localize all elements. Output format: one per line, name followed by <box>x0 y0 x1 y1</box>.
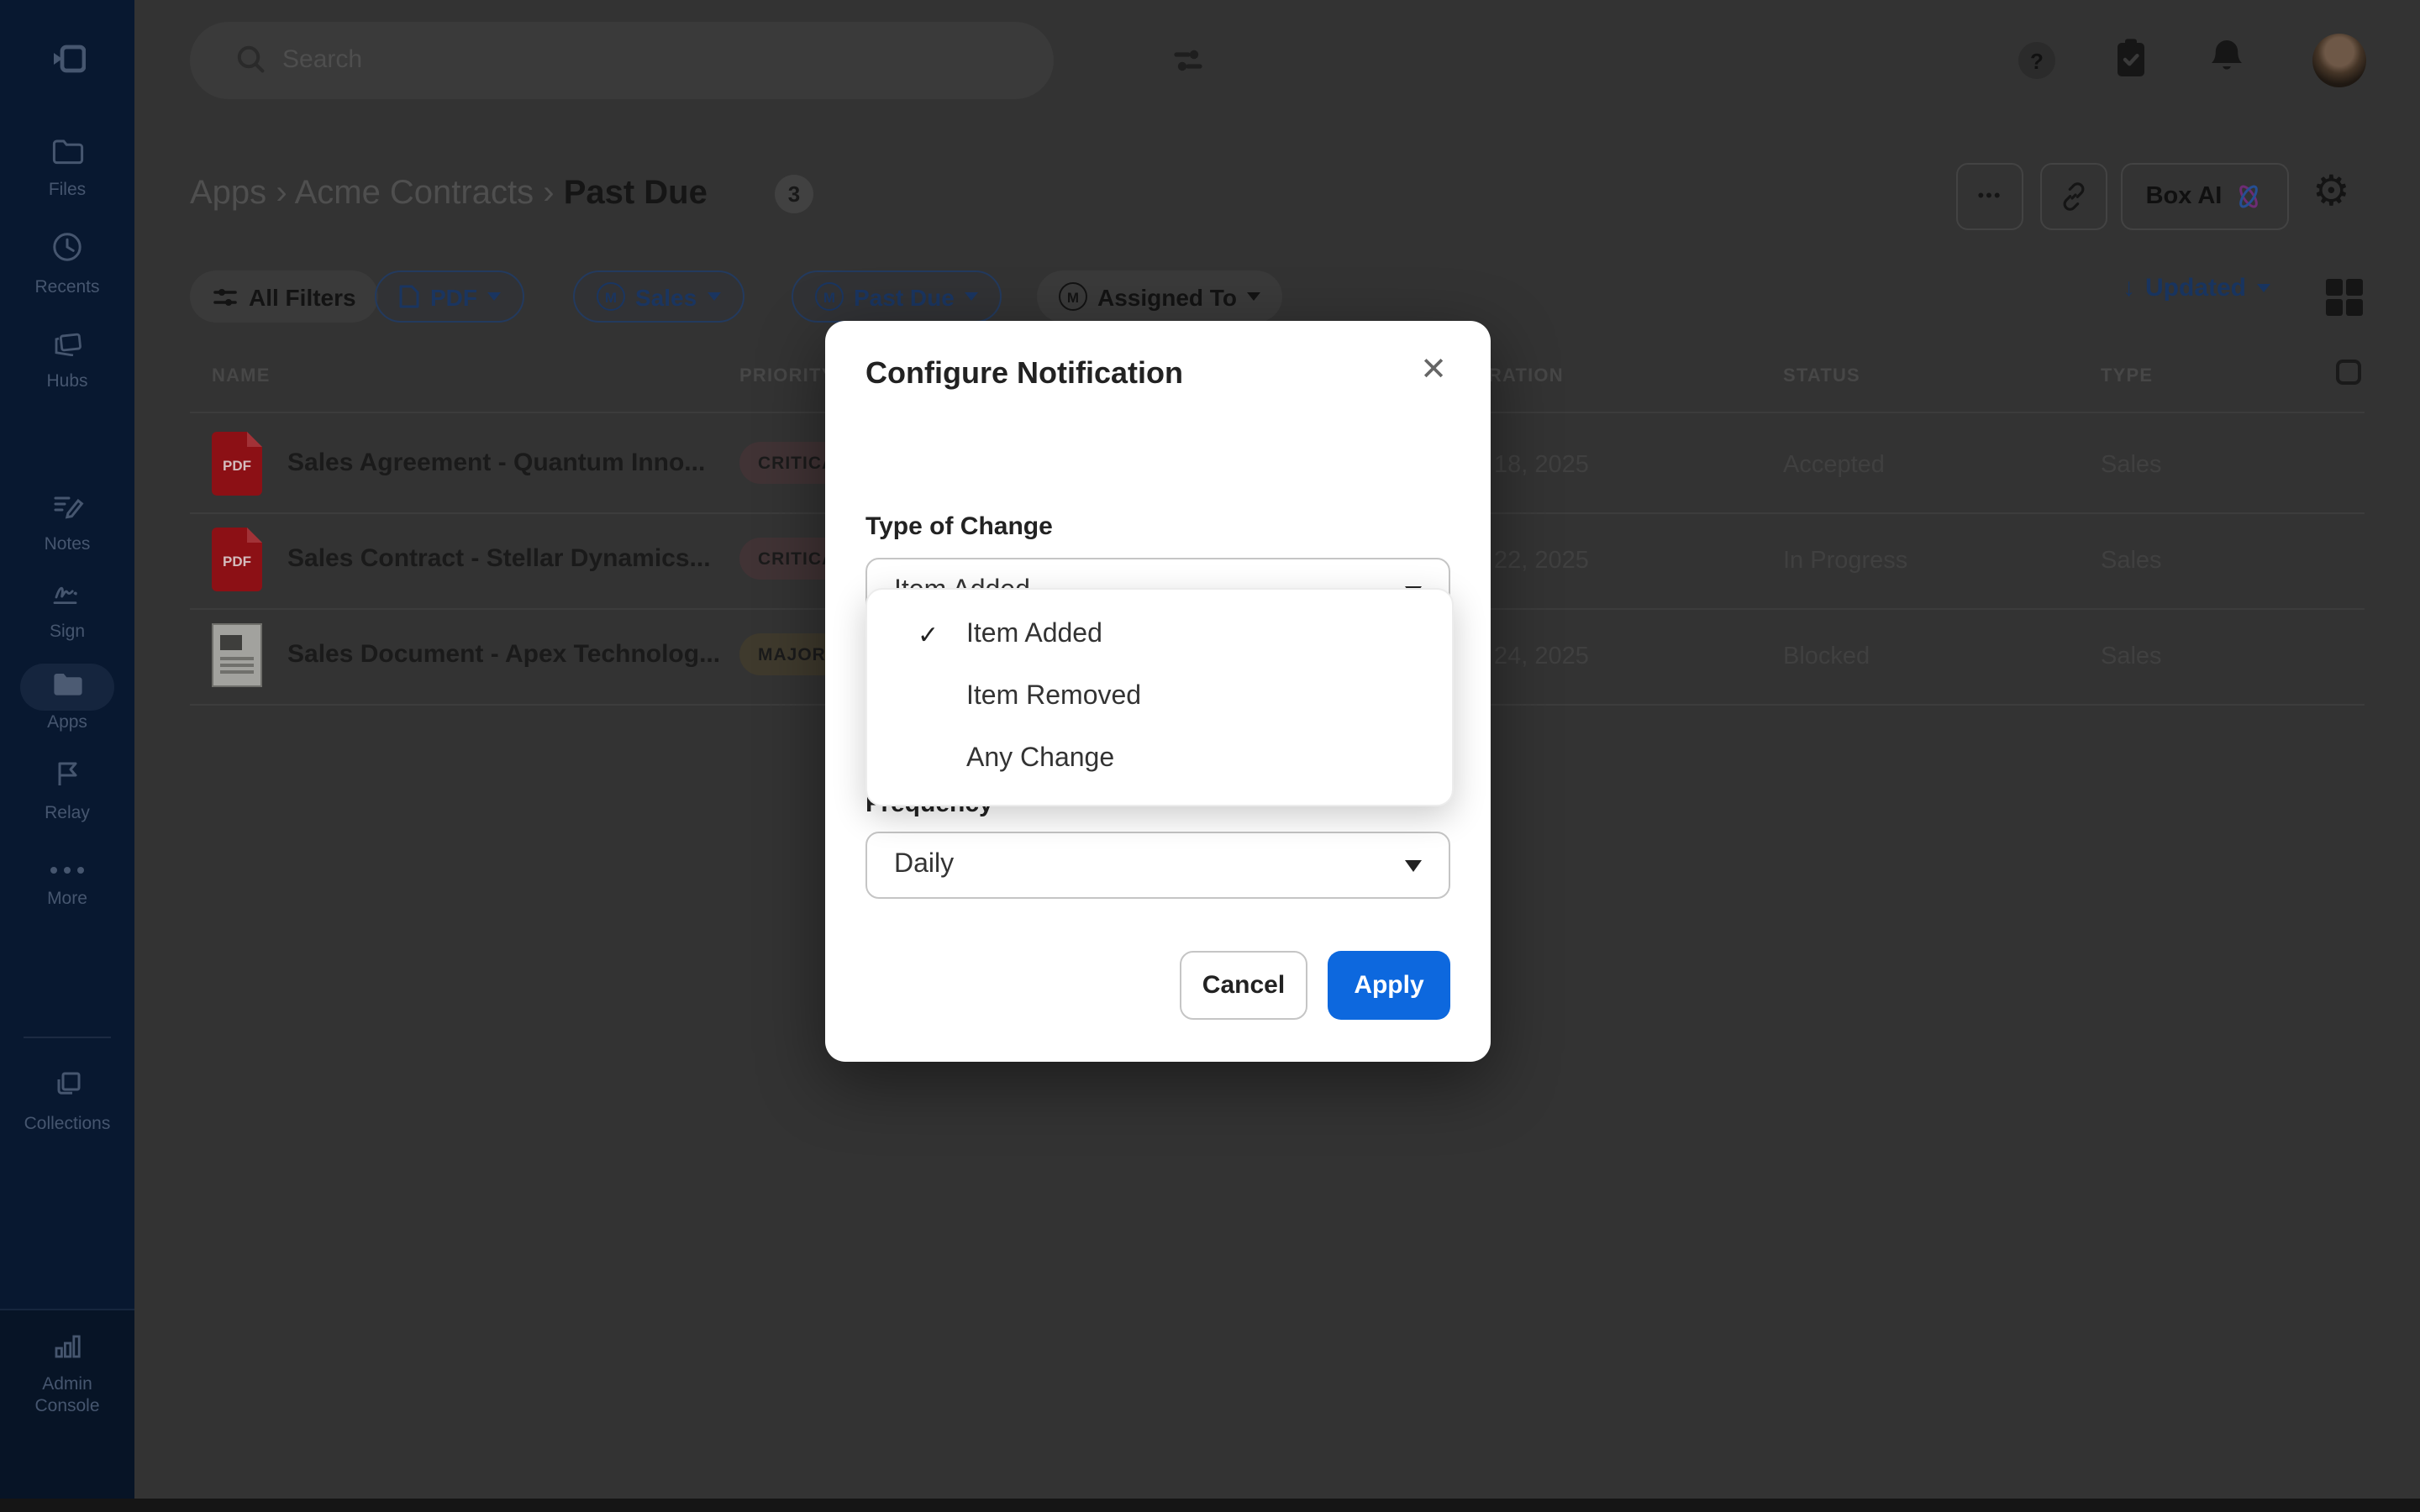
arrow-down-icon: ↓ <box>2123 274 2135 302</box>
menu-item-item-removed[interactable]: Item Removed <box>867 665 1452 729</box>
column-header-name[interactable]: NAME <box>212 366 271 386</box>
search-icon <box>235 44 267 76</box>
frequency-select[interactable]: Daily <box>865 832 1450 899</box>
pdf-file-icon: PDF <box>212 432 262 496</box>
collections-icon <box>52 1068 82 1099</box>
filter-chip-assigned-to[interactable]: M Assigned To <box>1037 270 1282 323</box>
search-filters-icon[interactable] <box>1171 44 1205 77</box>
hubs-icon <box>51 328 83 356</box>
filter-chip-past-due[interactable]: M Past Due <box>792 270 1002 323</box>
sidebar-item-more[interactable]: More <box>0 852 134 911</box>
link-icon <box>2057 180 2091 213</box>
breadcrumb-current: Past Due <box>564 175 708 212</box>
bar-chart-icon <box>53 1334 82 1359</box>
type-of-change-label: Type of Change <box>865 512 1053 541</box>
expiration-cell: 22, 2025 <box>1494 548 1589 575</box>
app-window: Files Recents Hubs Notes Sign <box>0 0 2420 1512</box>
menu-item-item-added[interactable]: ✓ Item Added <box>867 603 1452 667</box>
sidebar-item-files[interactable]: Files <box>0 138 134 202</box>
sidebar-item-collections[interactable]: Collections <box>0 1068 134 1136</box>
more-actions-button[interactable]: ••• <box>1956 163 2023 230</box>
file-name[interactable]: Sales Document - Apex Technolog... <box>287 640 720 669</box>
type-cell: Sales <box>2101 548 2162 575</box>
expiration-cell: 24, 2025 <box>1494 643 1589 670</box>
chevron-down-icon <box>707 292 720 301</box>
cancel-button[interactable]: Cancel <box>1180 951 1307 1020</box>
metadata-icon: M <box>597 282 625 311</box>
sidebar: Files Recents Hubs Notes Sign <box>0 0 134 1512</box>
all-filters-button[interactable]: All Filters <box>190 270 378 323</box>
help-icon[interactable]: ? <box>2018 42 2055 79</box>
user-avatar[interactable] <box>2312 34 2366 87</box>
sidebar-item-recents[interactable]: Recents <box>0 232 134 299</box>
type-cell: Sales <box>2101 452 2162 479</box>
breadcrumb-apps-link[interactable]: Apps <box>190 175 266 212</box>
metadata-icon: M <box>815 282 844 311</box>
configure-notification-dialog: Configure Notification ✕ Type of Change … <box>825 321 1491 1062</box>
sidebar-admin-section: Admin Console <box>0 1309 134 1512</box>
sort-by-updated-button[interactable]: ↓ Updated <box>2123 274 2270 302</box>
sidebar-item-admin-console[interactable]: Admin Console <box>0 1334 134 1419</box>
sidebar-item-relay[interactable]: Relay <box>0 759 134 825</box>
chevron-down-icon <box>1247 292 1260 301</box>
breadcrumb-separator: › <box>543 175 554 212</box>
close-icon[interactable]: ✕ <box>1420 351 1447 390</box>
status-cell: In Progress <box>1783 548 1907 575</box>
column-header-status[interactable]: STATUS <box>1783 366 1860 386</box>
search-placeholder: Search <box>282 45 362 74</box>
pdf-file-icon: PDF <box>212 528 262 591</box>
select-all-checkbox[interactable] <box>2336 360 2361 385</box>
settings-gear-icon[interactable]: ⚙ <box>2312 166 2350 217</box>
folder-icon <box>51 138 83 165</box>
column-header-priority[interactable]: PRIORITY <box>739 366 835 386</box>
tasks-clipboard-icon[interactable] <box>2112 37 2149 81</box>
sidebar-item-sign[interactable]: Sign <box>0 580 134 643</box>
type-of-change-dropdown-menu: ✓ Item Added Item Removed Any Change <box>865 588 1454 806</box>
filter-chip-sales[interactable]: M Sales <box>573 270 744 323</box>
chevron-down-icon <box>1405 859 1422 871</box>
metadata-icon: M <box>1059 282 1087 311</box>
breadcrumb-separator: › <box>276 175 287 212</box>
notifications-bell-icon[interactable] <box>2208 37 2245 81</box>
box-ai-atom-icon <box>2233 181 2264 212</box>
grid-view-icon[interactable] <box>2326 279 2363 316</box>
breadcrumb-acme-contracts-link[interactable]: Acme Contracts <box>295 175 534 212</box>
check-icon: ✓ <box>918 620 944 650</box>
sidebar-divider <box>24 1037 111 1038</box>
column-header-type[interactable]: TYPE <box>2101 366 2153 386</box>
ellipsis-icon <box>47 852 87 880</box>
chevron-down-icon <box>487 292 501 301</box>
filter-chip-pdf[interactable]: PDF <box>375 270 524 323</box>
apply-button[interactable]: Apply <box>1328 951 1450 1020</box>
status-cell: Blocked <box>1783 643 1870 670</box>
chevron-down-icon <box>2256 284 2270 292</box>
window-bottom-edge <box>0 1499 2420 1512</box>
notes-pencil-icon <box>51 491 83 519</box>
type-cell: Sales <box>2101 643 2162 670</box>
sidebar-item-apps[interactable]: Apps <box>0 670 134 734</box>
breadcrumb: Apps › Acme Contracts › Past Due <box>190 175 708 213</box>
file-name[interactable]: Sales Contract - Stellar Dynamics... <box>287 544 711 573</box>
chevron-down-icon <box>965 292 978 301</box>
document-thumbnail <box>212 623 262 687</box>
signature-icon <box>50 580 85 606</box>
filters-sliders-icon <box>212 283 239 310</box>
search-input[interactable]: Search <box>190 22 1054 99</box>
item-count-badge: 3 <box>775 175 813 213</box>
clock-icon <box>52 232 82 262</box>
menu-item-any-change[interactable]: Any Change <box>867 727 1452 791</box>
pdf-doc-icon <box>398 284 420 309</box>
sidebar-item-notes[interactable]: Notes <box>0 491 134 556</box>
apps-folder-icon <box>51 670 83 697</box>
box-ai-button[interactable]: Box AI <box>2121 163 2289 230</box>
expiration-cell: 18, 2025 <box>1494 452 1589 479</box>
dialog-title: Configure Notification <box>865 356 1183 391</box>
share-link-button[interactable] <box>2040 163 2107 230</box>
status-cell: Accepted <box>1783 452 1885 479</box>
flag-icon <box>52 759 82 788</box>
box-logo-collapse-icon[interactable] <box>52 44 86 74</box>
file-name[interactable]: Sales Agreement - Quantum Inno... <box>287 449 705 477</box>
sidebar-item-hubs[interactable]: Hubs <box>0 328 134 393</box>
